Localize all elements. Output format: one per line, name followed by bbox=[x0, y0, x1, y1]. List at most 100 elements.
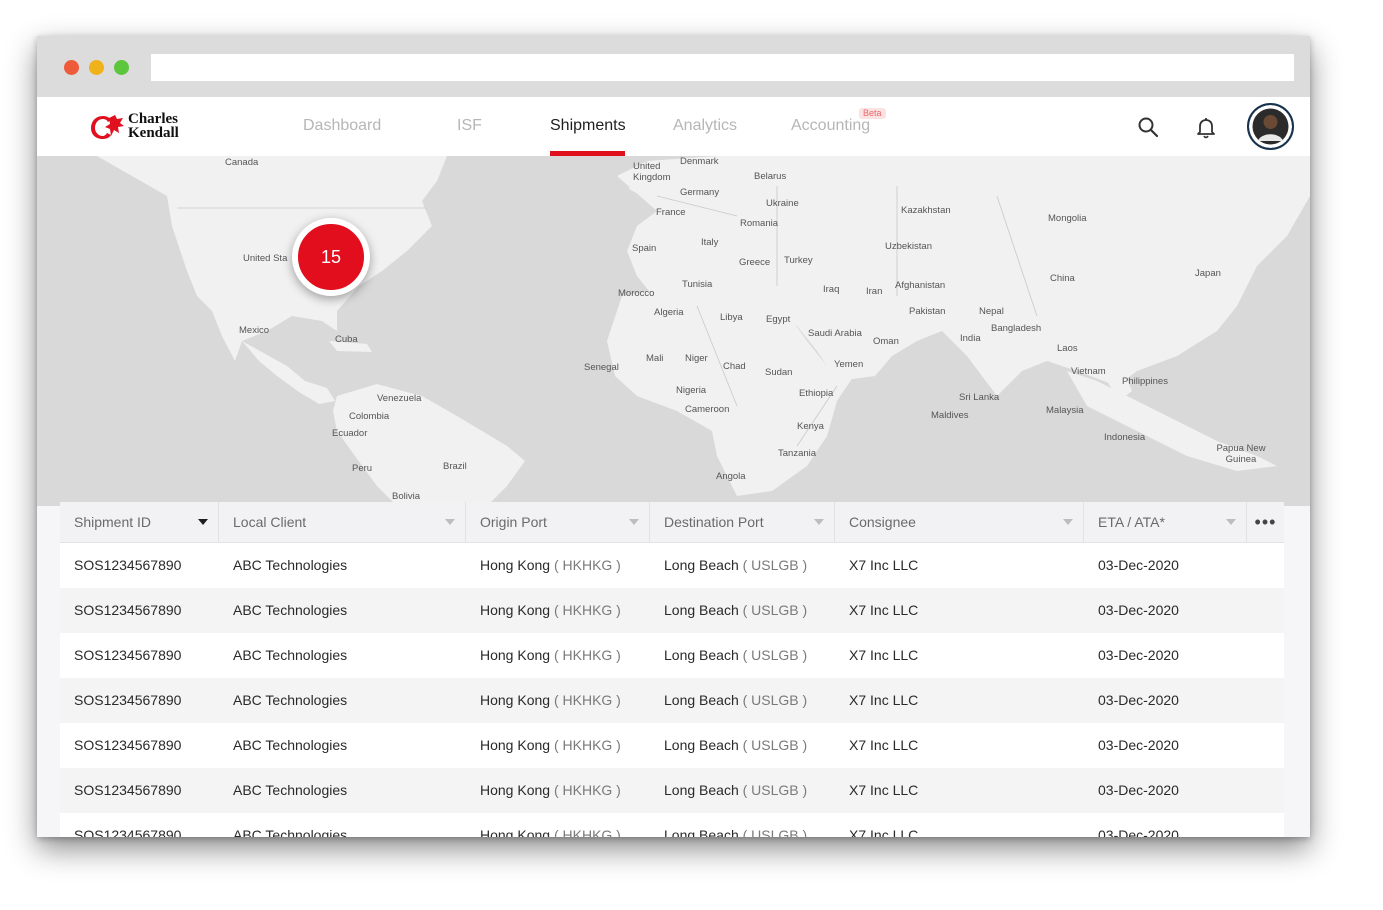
cell-consignee: X7 Inc LLC bbox=[849, 647, 919, 663]
cell-consignee: X7 Inc LLC bbox=[849, 692, 919, 708]
address-bar[interactable] bbox=[151, 54, 1294, 81]
brand-logo[interactable]: Charles Kendall bbox=[89, 110, 189, 144]
destination-port-code: ( USLGB ) bbox=[742, 557, 808, 573]
close-window-button[interactable] bbox=[64, 60, 79, 75]
column-header-destination-port[interactable]: Destination Port bbox=[650, 502, 835, 543]
map-label: Vietnam bbox=[1071, 366, 1106, 377]
map-label: Senegal bbox=[584, 362, 619, 373]
map-label: Cuba bbox=[335, 334, 358, 345]
column-header-local-client[interactable]: Local Client bbox=[219, 502, 466, 543]
table-row[interactable]: SOS1234567890 ABC Technologies Hong Kong… bbox=[60, 768, 1284, 813]
map-label: United Kingdom bbox=[633, 161, 671, 183]
cell-destination-port: Long Beach ( USLGB ) bbox=[664, 723, 807, 768]
map-label: Saudi Arabia bbox=[808, 328, 862, 339]
column-header-shipment-id[interactable]: Shipment ID bbox=[60, 502, 219, 543]
table-row[interactable]: SOS1234567890 ABC Technologies Hong Kong… bbox=[60, 678, 1284, 723]
cell-origin-port: Hong Kong ( HKHKG ) bbox=[480, 543, 621, 588]
map-label: Papua New Guinea bbox=[1216, 443, 1266, 465]
nav-isf[interactable]: ISF bbox=[457, 117, 482, 135]
cell-destination-port: Long Beach ( USLGB ) bbox=[664, 543, 807, 588]
map-label: Oman bbox=[873, 336, 899, 347]
map-label: Peru bbox=[352, 463, 373, 474]
cell-shipment-id[interactable]: SOS1234567890 bbox=[74, 813, 181, 837]
column-header-origin-port[interactable]: Origin Port bbox=[466, 502, 650, 543]
user-avatar[interactable] bbox=[1247, 103, 1294, 150]
origin-port-name: Hong Kong bbox=[480, 827, 551, 837]
map-label: Mongolia bbox=[1048, 213, 1087, 224]
origin-port-name: Hong Kong bbox=[480, 602, 551, 618]
map-label: Sri Lanka bbox=[959, 392, 1000, 403]
origin-port-code: ( HKHKG ) bbox=[553, 647, 621, 663]
notifications-button[interactable] bbox=[1194, 115, 1218, 139]
column-header-label: Consignee bbox=[849, 514, 916, 530]
cell-local-client: ABC Technologies bbox=[233, 782, 348, 798]
column-header-eta[interactable]: ETA / ATA* bbox=[1084, 502, 1247, 543]
bell-icon bbox=[1197, 118, 1215, 139]
shipments-map[interactable]: Canada United Sta Mexico Cuba Venezuela … bbox=[37, 156, 1310, 506]
nav-analytics[interactable]: Analytics bbox=[673, 117, 737, 135]
maximize-window-button[interactable] bbox=[114, 60, 129, 75]
map-label: Iran bbox=[866, 286, 883, 297]
map-label: Tunisia bbox=[682, 279, 713, 290]
lion-logo-icon bbox=[91, 115, 124, 139]
cell-shipment-id[interactable]: SOS1234567890 bbox=[74, 768, 181, 813]
map-label: Malaysia bbox=[1046, 405, 1084, 416]
cell-consignee: X7 Inc LLC bbox=[849, 557, 919, 573]
destination-port-code: ( USLGB ) bbox=[742, 737, 808, 753]
map-label: Germany bbox=[680, 187, 720, 198]
nav-shipments[interactable]: Shipments bbox=[550, 117, 626, 135]
minimize-window-button[interactable] bbox=[89, 60, 104, 75]
more-options-button[interactable]: ••• bbox=[1247, 502, 1284, 543]
column-header-label: ETA / ATA* bbox=[1098, 514, 1165, 530]
map-label: Italy bbox=[701, 237, 719, 248]
map-label: Mali bbox=[646, 353, 664, 364]
cell-destination-port: Long Beach ( USLGB ) bbox=[664, 768, 807, 813]
origin-port-name: Hong Kong bbox=[480, 557, 551, 573]
table-row[interactable]: SOS1234567890 ABC Technologies Hong Kong… bbox=[60, 633, 1284, 678]
table-row[interactable]: SOS1234567890 ABC Technologies Hong Kong… bbox=[60, 813, 1284, 837]
nav-accounting[interactable]: Accounting bbox=[791, 117, 870, 135]
map-label: Uzbekistan bbox=[885, 241, 932, 252]
cell-shipment-id[interactable]: SOS1234567890 bbox=[74, 678, 181, 723]
cell-eta: 03-Dec-2020 bbox=[1098, 647, 1179, 663]
sort-caret-icon bbox=[814, 519, 824, 525]
origin-port-code: ( HKHKG ) bbox=[553, 557, 621, 573]
map-label: Indonesia bbox=[1104, 432, 1146, 443]
cell-shipment-id[interactable]: SOS1234567890 bbox=[74, 723, 181, 768]
map-label: Ukraine bbox=[766, 198, 799, 209]
column-header-consignee[interactable]: Consignee bbox=[835, 502, 1084, 543]
map-label: Laos bbox=[1057, 343, 1078, 354]
cell-origin-port: Hong Kong ( HKHKG ) bbox=[480, 633, 621, 678]
cell-shipment-id[interactable]: SOS1234567890 bbox=[74, 588, 181, 633]
table-row[interactable]: SOS1234567890 ABC Technologies Hong Kong… bbox=[60, 723, 1284, 768]
brand-name-line2: Kendall bbox=[128, 125, 179, 141]
origin-port-code: ( HKHKG ) bbox=[553, 602, 621, 618]
search-icon bbox=[1138, 117, 1159, 138]
table-row[interactable]: SOS1234567890 ABC Technologies Hong Kong… bbox=[60, 543, 1284, 588]
map-label: Angola bbox=[716, 471, 746, 482]
table-row[interactable]: SOS1234567890 ABC Technologies Hong Kong… bbox=[60, 588, 1284, 633]
map-label: Colombia bbox=[349, 411, 390, 422]
search-button[interactable] bbox=[1136, 115, 1160, 139]
cell-eta: 03-Dec-2020 bbox=[1098, 692, 1179, 708]
map-label: Niger bbox=[685, 353, 708, 364]
destination-port-code: ( USLGB ) bbox=[742, 692, 808, 708]
cell-shipment-id[interactable]: SOS1234567890 bbox=[74, 543, 181, 588]
destination-port-code: ( USLGB ) bbox=[742, 647, 808, 663]
map-label: Bolivia bbox=[392, 491, 420, 502]
app-header: Charles Kendall Dashboard ISF Shipments … bbox=[37, 97, 1310, 156]
sort-caret-icon bbox=[198, 519, 208, 525]
origin-port-code: ( HKHKG ) bbox=[553, 737, 621, 753]
sort-caret-icon bbox=[445, 519, 455, 525]
shipment-cluster-marker[interactable]: 15 bbox=[292, 218, 370, 296]
map-label: Nepal bbox=[979, 306, 1004, 317]
map-label: Bangladesh bbox=[991, 323, 1042, 334]
nav-dashboard[interactable]: Dashboard bbox=[303, 117, 381, 135]
cell-origin-port: Hong Kong ( HKHKG ) bbox=[480, 588, 621, 633]
column-header-label: Shipment ID bbox=[74, 514, 152, 530]
cell-shipment-id[interactable]: SOS1234567890 bbox=[74, 633, 181, 678]
browser-window: Charles Kendall Dashboard ISF Shipments … bbox=[37, 36, 1310, 837]
map-label: Mexico bbox=[239, 325, 270, 336]
cell-destination-port: Long Beach ( USLGB ) bbox=[664, 813, 807, 837]
map-label: Egypt bbox=[766, 314, 791, 325]
